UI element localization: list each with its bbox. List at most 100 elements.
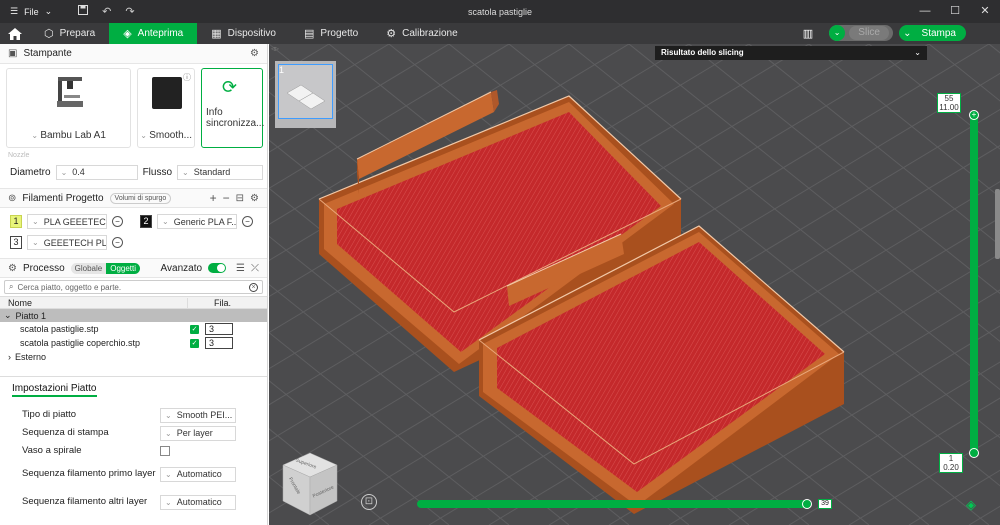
file-menu[interactable]: ☰ File ⌄ [0,6,52,17]
visible-checkbox[interactable]: ✓ [190,324,199,334]
move-slider[interactable] [417,499,812,509]
plate-type-card[interactable]: ⓘ ⌄ Smooth... [137,68,195,148]
add-filament-icon[interactable]: + [210,191,217,205]
zoom-to-fit-icon[interactable]: ⊡ [361,494,377,510]
filament-3-select[interactable]: ⌄ GEEETECH PL... [27,235,107,250]
filament-1-select[interactable]: ⌄ PLA GEEETEC... [27,214,107,229]
object-row[interactable]: scatola pastiglie coperchio.stp ✓ 3 [0,336,267,350]
process-icon: ⚙ [8,262,17,274]
remove-filament-2-icon[interactable]: − [242,216,253,227]
object-row[interactable]: scatola pastiglie.stp ✓ 3 [0,322,267,336]
plate-settings-header: Impostazioni Piatto [0,376,267,398]
plate-thumbnail[interactable]: 1 [275,61,336,128]
tab-device-label: Dispositivo [227,28,276,39]
chevron-down-icon: ⌄ [162,217,169,226]
printer-icon: ▣ [8,48,18,59]
process-scope-toggle[interactable]: Globale Oggetti [70,262,141,274]
move-slider-handle[interactable] [802,499,812,509]
hamburger-icon[interactable]: ☰ [10,6,18,17]
viewport-scrollbar[interactable] [995,189,1000,259]
thumbnail-models [286,84,326,110]
object-table-header: Nome Fila. [0,296,267,309]
print-dropdown-icon[interactable]: ⌄ [903,28,911,39]
sync-label-line-1: Info [206,107,223,118]
layer-slider-top-handle[interactable]: + [969,110,979,120]
save-icon[interactable] [78,5,89,18]
global-option[interactable]: Globale [70,262,107,274]
search-placeholder: Cerca piatto, oggetto e parte. [17,282,122,292]
flush-volumes-button[interactable]: Volumi di spurgo [109,192,172,204]
settings-gear-icon[interactable]: ⚙ [250,193,259,204]
clear-search-icon[interactable]: × [249,282,258,292]
file-menu-label[interactable]: File [24,7,39,17]
diameter-select[interactable]: ⌄ 0.4 [55,164,138,180]
object-search-input[interactable]: ⌕ Cerca piatto, oggetto e parte. × [4,280,263,294]
tab-calibration[interactable]: ⚙ Calibrazione [372,23,471,44]
layers-icon[interactable]: ◈ [966,497,976,513]
undo-icon[interactable]: ↶ [102,5,111,18]
remove-filament-3-icon[interactable]: − [112,237,123,248]
sync-ams-icon[interactable]: ⊟ [236,193,244,204]
chevron-down-icon[interactable]: ⌄ [4,310,12,321]
remove-filament-1-icon[interactable]: − [112,216,123,227]
chevron-down-icon[interactable]: ⌄ [914,46,921,60]
chevron-right-icon[interactable]: › [8,352,11,362]
tab-preview[interactable]: ◈ Anteprima [109,23,198,44]
build-plate-grid [269,44,1000,525]
slice-button[interactable]: Slice [849,26,890,40]
plate-type-select[interactable]: ⌄ Smooth PEI... [160,407,236,423]
print-button[interactable]: Stampa [922,28,956,39]
remove-filament-icon[interactable]: − [223,191,230,205]
print-sequence-select[interactable]: ⌄ Per layer [160,425,236,441]
column-filament-header[interactable]: Fila. [187,297,267,308]
slicing-result-dropdown[interactable]: Risultato dello slicing ⌄ [655,46,927,60]
printer-select-card[interactable]: ⌄ Bambu Lab A1 [6,68,132,148]
layer-slider-bottom-handle[interactable] [969,448,979,458]
close-icon[interactable]: ✕ [970,0,1000,23]
filament-3-badge[interactable]: 3 [10,236,22,249]
printer-name: Bambu Lab A1 [40,130,106,141]
maximize-icon[interactable]: ☐ [940,0,970,23]
external-row[interactable]: › Esterno [0,350,267,364]
layer-slider[interactable]: + [968,110,980,458]
object-filament-field[interactable]: 3 [205,337,233,349]
calibration-icon: ⚙ [386,28,397,40]
settings-gear-icon[interactable]: ⚙ [250,48,259,59]
plate-row[interactable]: ⌄ Piatto 1 [0,309,267,322]
slice-button-group[interactable]: ⌄ Slice [829,25,894,41]
advanced-toggle[interactable] [208,263,227,273]
first-layer-sequence-select[interactable]: ⌄ Automatico [160,466,236,482]
redo-icon[interactable]: ↷ [125,5,134,18]
objects-option[interactable]: Oggetti [106,262,141,274]
other-layers-sequence-select[interactable]: ⌄ Automatico [160,494,236,510]
tab-project[interactable]: ▤ Progetto [290,23,372,44]
tab-prepare[interactable]: ⬡ Prepara [30,23,109,44]
chevron-down-icon[interactable]: ⌄ [45,6,53,17]
plate-row-label: Piatto 1 [15,310,47,321]
sync-info-button[interactable]: ⟳ Info sincronizza... [201,68,265,148]
collapse-panel-icon[interactable]: ◃▹ [271,44,279,53]
info-icon[interactable]: ⓘ [183,72,191,83]
flow-select[interactable]: ⌄ Standard [177,164,264,180]
chevron-down-icon: ⌄ [165,469,172,479]
3d-preview-viewport[interactable]: ◃▹ 1 Risultato dello slicing ⌄ 55 11.00 … [269,44,1000,525]
visible-checkbox[interactable]: ✓ [190,338,199,348]
setting-value: Automatico [176,469,222,479]
column-name-header[interactable]: Nome [8,298,32,308]
minimize-icon[interactable]: — [910,0,940,23]
print-button-group[interactable]: ⌄ Stampa [899,25,966,41]
view-cube[interactable]: Superiore Frontale Posteriore [279,449,341,522]
sync-label-line-2: sincronizza... [206,118,265,129]
slice-dropdown-icon[interactable]: ⌄ [829,25,846,41]
plate-thumbnail-image [278,64,333,119]
home-button[interactable] [0,23,30,44]
object-filament-field[interactable]: 3 [205,323,233,335]
filament-2-badge[interactable]: 2 [140,215,152,228]
plate-layout-icon[interactable]: ▥ [803,27,813,40]
compare-icon[interactable]: ⤫ [251,263,259,274]
tab-device[interactable]: ▦ Dispositivo [197,23,290,44]
spiral-vase-checkbox[interactable] [160,446,170,456]
list-icon[interactable]: ☰ [236,263,245,274]
filament-2-select[interactable]: ⌄ Generic PLA F... [157,214,237,229]
filament-1-badge[interactable]: 1 [10,215,22,228]
